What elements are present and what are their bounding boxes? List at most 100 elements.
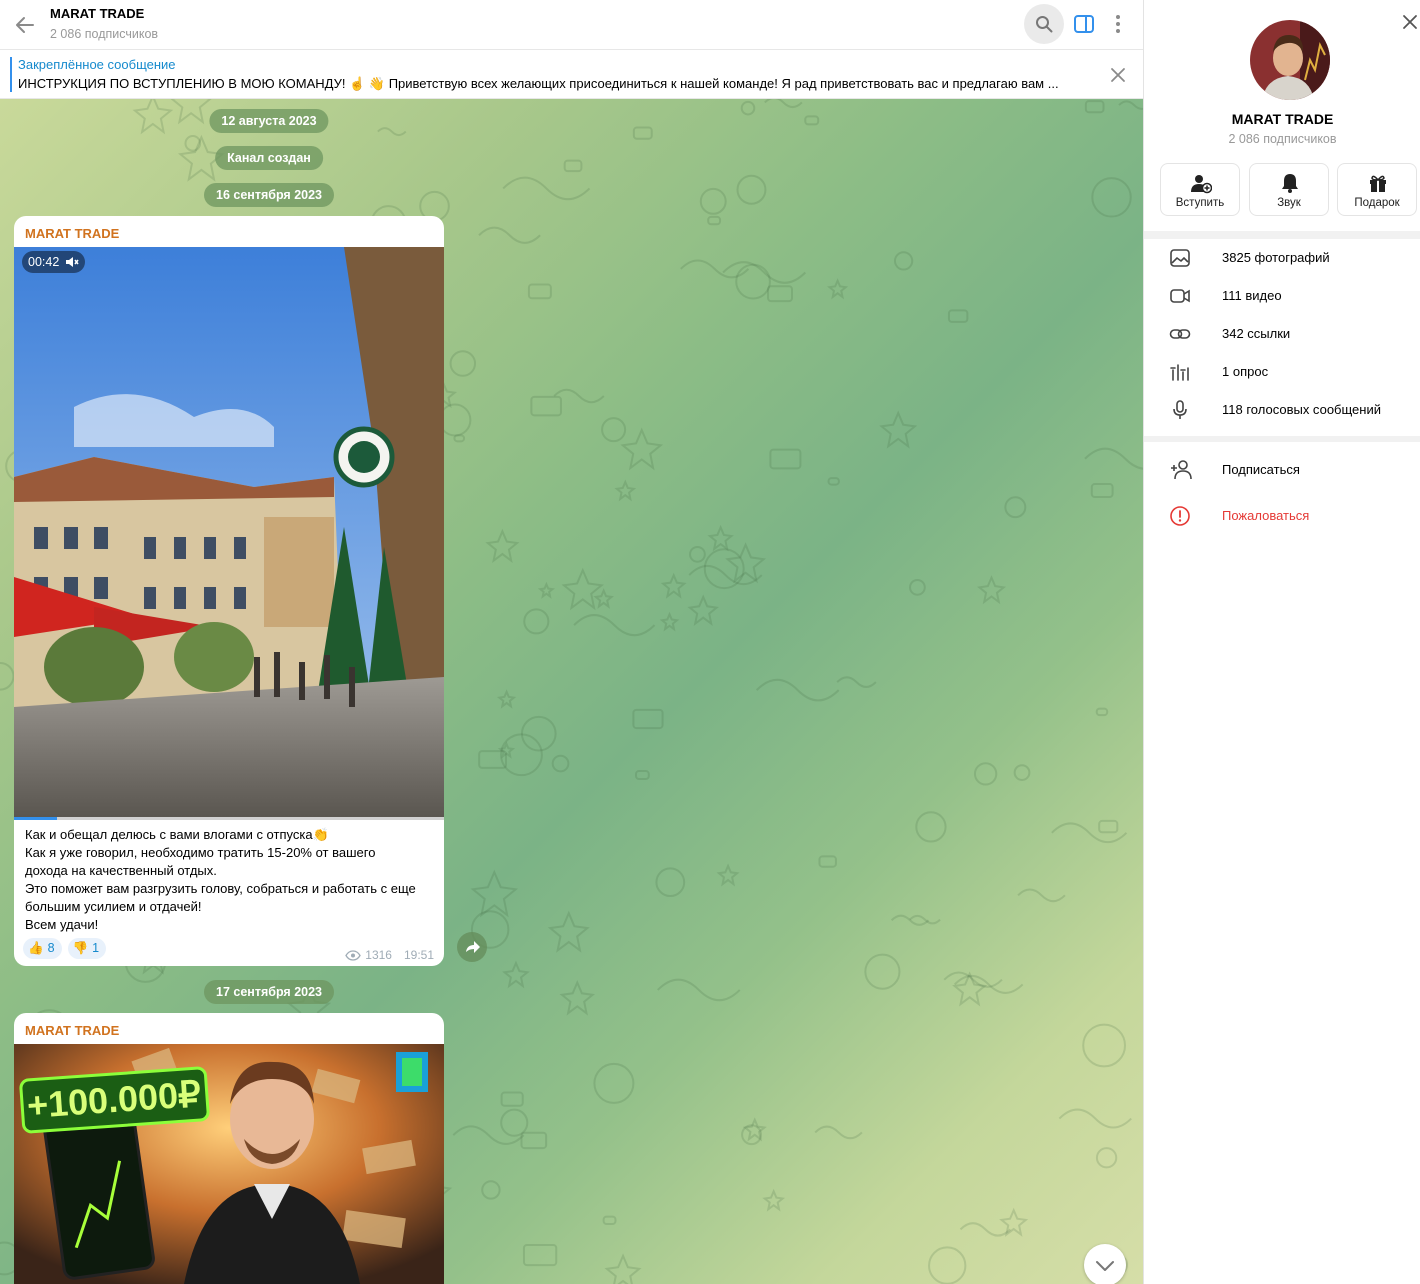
gift-button[interactable]: Подарок bbox=[1337, 163, 1417, 216]
doodle-shape bbox=[735, 263, 771, 300]
doodle-shape bbox=[502, 960, 530, 989]
search-icon bbox=[1036, 16, 1053, 33]
doodle-shape bbox=[632, 708, 664, 730]
channel-avatar[interactable] bbox=[1250, 20, 1330, 100]
doodle-shape bbox=[740, 100, 756, 116]
doodle-shape bbox=[593, 588, 614, 609]
reaction-thumbs-up[interactable]: 👍 8 bbox=[23, 938, 62, 959]
doodle-shape bbox=[655, 867, 686, 898]
video-progress-fill bbox=[14, 817, 57, 820]
doodle-shape bbox=[804, 115, 820, 126]
doodle-shape bbox=[864, 953, 901, 990]
more-menu-button[interactable] bbox=[1108, 12, 1128, 36]
reaction-count: 8 bbox=[47, 941, 55, 955]
post-text-line: большим усилием и отдачей! bbox=[25, 899, 202, 914]
muted-speaker-icon bbox=[66, 257, 79, 267]
doodle-shape bbox=[716, 863, 740, 887]
panel-close-button[interactable] bbox=[1402, 14, 1418, 30]
reaction-thumbs-down[interactable]: 👎 1 bbox=[67, 938, 107, 959]
join-button[interactable]: Вступить bbox=[1160, 163, 1240, 216]
doodle-shape bbox=[762, 1188, 786, 1212]
channel-post[interactable]: MARAT TRADE bbox=[14, 216, 444, 966]
pinned-message-bar[interactable]: Закреплённое сообщение ИНСТРУКЦИЯ ПО ВСТ… bbox=[0, 50, 1143, 99]
doodle-shape bbox=[1082, 1023, 1127, 1068]
video-duration-badge[interactable]: 00:42 bbox=[22, 251, 86, 273]
doodle-shape bbox=[707, 524, 734, 552]
videos-count: 111 видео bbox=[1222, 288, 1282, 303]
doodle-shape bbox=[449, 350, 477, 377]
sound-button[interactable]: Звук bbox=[1249, 163, 1329, 216]
back-button[interactable] bbox=[12, 12, 38, 38]
post-text-line: дохода на качественный отдых. bbox=[25, 863, 217, 878]
chat-column: MARAT TRADE 2 086 подписчиков Закреплённ… bbox=[0, 0, 1143, 1284]
video-icon bbox=[1170, 289, 1190, 303]
eye-icon bbox=[345, 949, 362, 961]
reaction-count: 1 bbox=[92, 941, 100, 955]
post-time: 19:51 bbox=[403, 948, 434, 962]
doodle-shape bbox=[1091, 177, 1132, 218]
post-meta: 1316 19:51 bbox=[345, 948, 434, 962]
doodle-shape bbox=[1013, 764, 1031, 781]
doodle-shape bbox=[915, 811, 947, 843]
video-preview[interactable]: 00:42 bbox=[14, 247, 444, 817]
doodle-shape bbox=[973, 762, 998, 786]
subscriber-count: 2 086 подписчиков bbox=[50, 27, 159, 41]
video-frame-image bbox=[14, 247, 444, 817]
doodle-shape bbox=[0, 661, 15, 691]
scroll-to-bottom-button[interactable] bbox=[1084, 1244, 1126, 1284]
post-text: Как и обещал делюсь с вами влогами с отп… bbox=[25, 826, 440, 934]
channel-title[interactable]: MARAT TRADE bbox=[50, 6, 144, 21]
doodle-shape bbox=[660, 572, 687, 599]
post-text-line: Всем удачи! bbox=[25, 917, 99, 932]
doodle-shape bbox=[500, 1091, 524, 1107]
post-image[interactable]: +100.000₽ bbox=[14, 1044, 444, 1284]
media-voice-row[interactable]: 118 голосовых сообщений bbox=[1144, 391, 1420, 429]
media-videos-row[interactable]: 111 видео bbox=[1144, 277, 1420, 315]
post-text-line: Как я уже говорил, необходимо тратить 15… bbox=[25, 845, 376, 860]
video-progress-bar[interactable] bbox=[14, 817, 444, 820]
doodle-shape bbox=[1004, 496, 1027, 519]
post-text-line: Как и обещал делюсь с вами влогами с отп… bbox=[25, 827, 329, 842]
doodle-shape bbox=[496, 689, 517, 709]
doodle-shape bbox=[725, 542, 767, 584]
links-count: 342 ссылки bbox=[1222, 326, 1291, 341]
subscribe-label: Подписаться bbox=[1222, 462, 1300, 477]
pinned-close-button[interactable] bbox=[1109, 66, 1127, 84]
doodle-shape bbox=[561, 567, 604, 611]
doodle-shape bbox=[502, 176, 591, 201]
doodle-shape bbox=[520, 1131, 548, 1150]
doodle-shape bbox=[604, 1253, 642, 1284]
doodle-shape bbox=[767, 285, 794, 303]
doodle-shape bbox=[481, 1180, 501, 1200]
channel-post[interactable]: MARAT TRADE bbox=[14, 1013, 444, 1284]
photos-count: 3825 фотографий bbox=[1222, 250, 1330, 265]
post-author[interactable]: MARAT TRADE bbox=[25, 226, 119, 241]
post-author[interactable]: MARAT TRADE bbox=[25, 1023, 119, 1038]
doodle-shape bbox=[500, 1108, 529, 1137]
report-row[interactable]: Пожаловаться bbox=[1144, 497, 1420, 535]
doodle-shape bbox=[523, 608, 550, 635]
sidebar-icon bbox=[1074, 15, 1094, 33]
doodle-shape bbox=[1095, 707, 1109, 717]
media-links-row[interactable]: 342 ссылки bbox=[1144, 315, 1420, 353]
share-arrow-icon bbox=[466, 941, 480, 953]
gift-icon bbox=[1370, 175, 1386, 192]
search-button[interactable] bbox=[1024, 4, 1064, 44]
share-button[interactable] bbox=[457, 932, 487, 962]
doodle-shape bbox=[601, 417, 627, 443]
doodle-shape bbox=[999, 1207, 1029, 1237]
doodle-shape bbox=[1084, 447, 1143, 470]
side-panel-toggle[interactable] bbox=[1072, 12, 1096, 36]
doodle-shape bbox=[879, 410, 918, 449]
subscribe-row[interactable]: Подписаться bbox=[1144, 451, 1420, 489]
doodle-shape bbox=[170, 99, 212, 125]
media-polls-row[interactable]: 1 опрос bbox=[1144, 353, 1420, 391]
doodle-shape bbox=[438, 403, 472, 437]
doodle-shape bbox=[827, 477, 840, 486]
doodle-shape bbox=[132, 99, 174, 135]
doodle-shape bbox=[947, 309, 969, 323]
doodle-shape bbox=[573, 614, 656, 637]
media-photos-row[interactable]: 3825 фотографий bbox=[1144, 239, 1420, 277]
doodle-shape bbox=[893, 251, 914, 271]
date-separator: 12 августа 2023 bbox=[209, 109, 329, 133]
